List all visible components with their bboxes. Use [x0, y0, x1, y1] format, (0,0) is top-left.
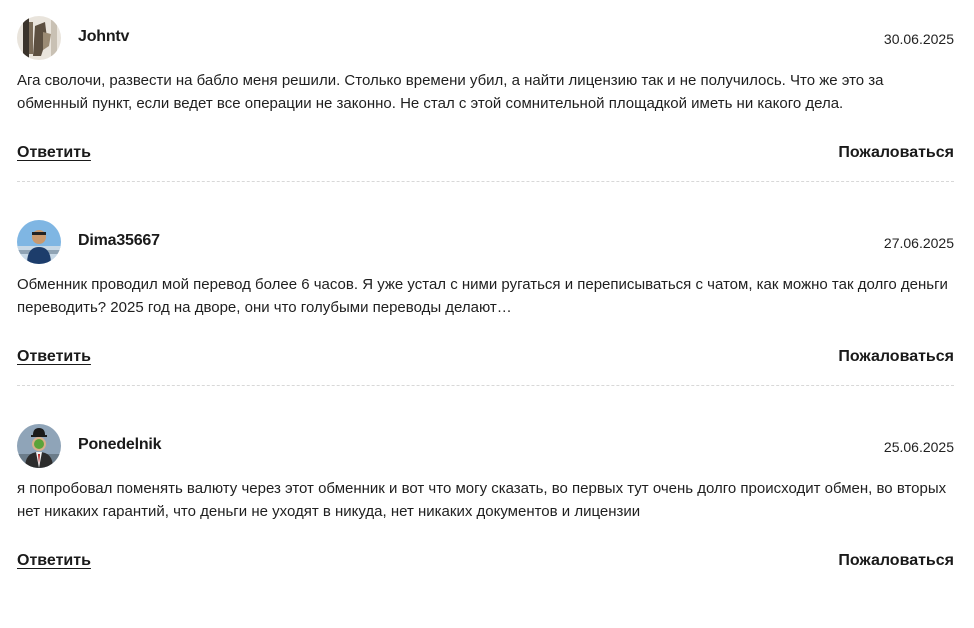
comment-text: я попробовал поменять валюту через этот … — [17, 480, 947, 520]
comment-author: Johntv — [78, 28, 130, 45]
comment-header: Johntv 30.06.2025 — [17, 16, 954, 60]
comment-text: Ага сволочи, развести на бабло меня реши… — [17, 72, 884, 112]
report-button[interactable]: Пожаловаться — [838, 348, 954, 366]
comment-date: 30.06.2025 — [883, 31, 954, 47]
comments-list: Johntv 30.06.2025 Ага сволочи, развести … — [0, 0, 974, 584]
reply-link[interactable]: Ответить — [17, 144, 91, 162]
comment-divider — [17, 385, 954, 386]
comment-header: Dima35667 27.06.2025 — [17, 220, 954, 264]
reply-link[interactable]: Ответить — [17, 552, 91, 570]
user-avatar-icon[interactable] — [17, 220, 61, 264]
user-avatar-icon[interactable] — [17, 16, 61, 60]
user-avatar-icon[interactable] — [17, 424, 61, 468]
report-button[interactable]: Пожаловаться — [838, 552, 954, 570]
comment-item: Ponedelnik 25.06.2025 я попробовал помен… — [17, 424, 954, 628]
reply-link[interactable]: Ответить — [17, 348, 91, 366]
comment-item: Dima35667 27.06.2025 Обменник проводил м… — [17, 220, 954, 424]
comment-divider — [17, 181, 954, 182]
comment-header: Ponedelnik 25.06.2025 — [17, 424, 954, 468]
comment-date: 27.06.2025 — [883, 235, 954, 251]
comment-author: Dima35667 — [78, 232, 160, 249]
comment-item: Johntv 30.06.2025 Ага сволочи, развести … — [17, 16, 954, 220]
comment-text: Обменник проводил мой перевод более 6 ча… — [17, 276, 948, 316]
comment-author: Ponedelnik — [78, 436, 162, 453]
report-button[interactable]: Пожаловаться — [838, 144, 954, 162]
comment-date: 25.06.2025 — [883, 439, 954, 455]
